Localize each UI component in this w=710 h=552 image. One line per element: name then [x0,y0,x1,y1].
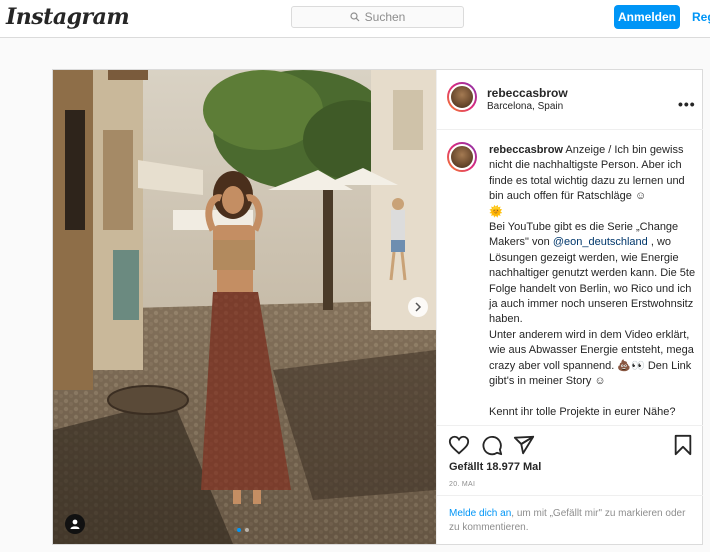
more-icon[interactable]: ••• [678,96,696,112]
register-link[interactable]: Reg [692,10,710,24]
user-tag-icon [70,519,80,529]
like-count[interactable]: Gefällt 18.977 Mal [449,461,541,473]
carousel-indicator [237,528,249,532]
carousel-dot-active [237,528,241,532]
avatar[interactable] [447,82,477,112]
carousel-next-button[interactable] [408,297,428,317]
search-input[interactable]: Suchen [291,6,464,28]
login-button[interactable]: Anmelden [614,5,680,29]
search-icon [350,12,360,22]
instagram-logo[interactable]: Instagram [6,4,130,30]
post-photo[interactable] [53,70,436,544]
post-location[interactable]: Barcelona, Spain [487,101,563,112]
post-header: rebeccasbrow Barcelona, Spain ••• [437,70,703,130]
street-photo-illustration [53,70,436,544]
next-arrow-icon [415,302,422,312]
caption-text: rebeccasbrow Anzeige / Ich bin gewiss ni… [489,143,697,420]
heart-icon[interactable] [448,434,470,456]
caption-avatar[interactable] [447,142,477,172]
share-icon[interactable] [513,434,535,456]
caption-mention[interactable]: @eon_deutschland [553,236,648,248]
post-username[interactable]: rebeccasbrow [487,86,568,100]
post-date[interactable]: 20. MAI [449,481,475,488]
bookmark-icon[interactable] [673,434,693,456]
top-nav-bar: Instagram Suchen Anmelden Reg [0,0,710,38]
post-caption: rebeccasbrow Anzeige / Ich bin gewiss ni… [437,130,703,426]
caption-body-1: Anzeige / Ich bin gewiss nicht die nachh… [489,144,685,249]
comment-icon[interactable] [481,434,503,456]
user-tag-button[interactable] [65,514,85,534]
caption-username[interactable]: rebeccasbrow [489,144,563,156]
carousel-dot [245,528,249,532]
caption-body-2: , wo Lösungen gezeigt werden, wie Energi… [489,236,696,418]
login-prompt: Melde dich an, um mit „Gefällt mir" zu m… [449,507,697,535]
post-actions: Gefällt 18.977 Mal 20. MAI [437,426,703,496]
post-card: rebeccasbrow Barcelona, Spain ••• rebecc… [52,69,703,545]
search-placeholder: Suchen [364,10,406,24]
login-link[interactable]: Melde dich an [449,508,511,519]
post-side-panel: rebeccasbrow Barcelona, Spain ••• rebecc… [436,70,703,544]
